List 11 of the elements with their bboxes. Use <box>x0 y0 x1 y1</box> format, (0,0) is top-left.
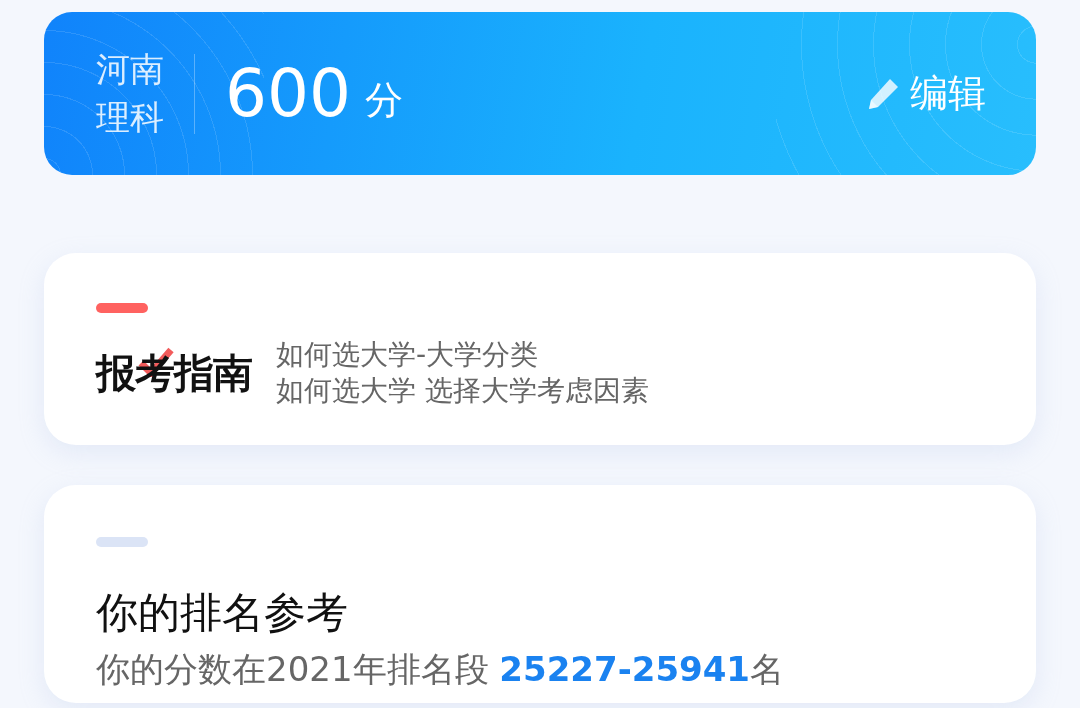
province-label: 河南 <box>96 47 164 91</box>
rank-title: 你的排名参考 <box>96 587 349 639</box>
score-value: 600 <box>225 60 351 127</box>
rank-sentence: 你的分数在2021年排名段 25227-25941名 <box>96 648 786 691</box>
guide-logo: 报考指南 <box>96 343 252 404</box>
score-unit: 分 <box>365 77 403 124</box>
subject-label: 理科 <box>96 95 164 139</box>
accent-bar <box>96 537 148 547</box>
guide-link[interactable]: 如何选大学 选择大学考虑因素 <box>276 373 649 410</box>
guide-link[interactable]: 如何选大学-大学分类 <box>276 337 649 374</box>
accent-bar <box>96 303 148 313</box>
